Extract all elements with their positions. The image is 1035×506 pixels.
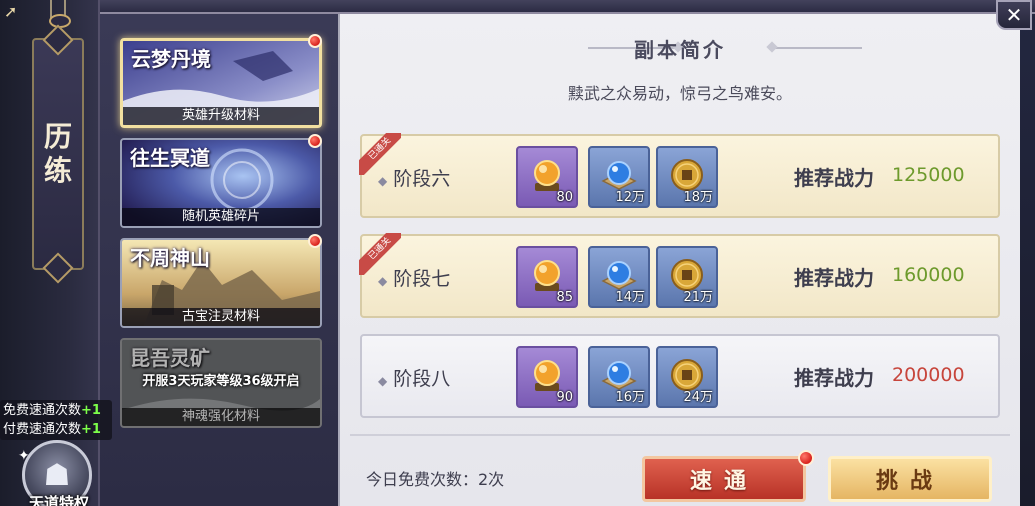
stage-name-text: 阶段六 [393, 168, 451, 190]
reward-count: 18万 [683, 190, 713, 205]
reward-slot[interactable]: 18万 [656, 146, 718, 208]
banner-pin-icon [49, 0, 71, 28]
category-card-yunmeng[interactable]: 云梦丹境 英雄升级材料 [120, 38, 322, 128]
golden-orb-icon [534, 359, 560, 391]
recommended-power-label: 推荐战力 [794, 166, 874, 190]
reward-slot[interactable]: 85 [516, 246, 578, 308]
recommended-power-value: 160000 [892, 264, 965, 286]
paid-speed-line: 付费速通次数+1 [3, 420, 109, 439]
reward-slot[interactable]: 80 [516, 146, 578, 208]
reward-slot[interactable]: 21万 [656, 246, 718, 308]
diamond-bullet-icon: ◆ [378, 174, 388, 188]
category-subtitle: 英雄升级材料 [123, 107, 319, 125]
reward-count: 24万 [683, 390, 713, 405]
close-button[interactable]: ✕ [996, 0, 1032, 30]
category-list: 云梦丹境 英雄升级材料 往生冥道 随机英雄碎片 不周神山 古宝注灵材料 昆吾灵矿… [100, 14, 338, 506]
paid-speed-label: 付费速通次数 [3, 422, 82, 437]
arrow-decoration-icon: ➚ [4, 2, 18, 21]
stage-name: ◆ 阶段八 [378, 364, 450, 391]
free-speed-value: +1 [81, 403, 101, 418]
recommended-power-label: 推荐战力 [794, 266, 874, 290]
reward-count: 14万 [615, 290, 645, 305]
notification-dot-icon [798, 450, 814, 466]
category-subtitle: 古宝注灵材料 [122, 308, 320, 326]
challenge-button[interactable]: 挑战 [828, 456, 992, 502]
close-icon: ✕ [1005, 3, 1023, 27]
stage-name-text: 阶段七 [393, 268, 451, 290]
detail-description: 黩武之众易动，惊弓之鸟难安。 [567, 84, 792, 103]
paid-speed-value: +1 [81, 422, 101, 437]
free-count-text: 今日免费次数：2次 [366, 470, 505, 489]
notification-dot-icon [308, 234, 322, 248]
stage-row[interactable]: 已通关 ◆ 阶段六 80 12万 18万 推荐战力 125000 [359, 133, 1000, 218]
reward-count: 85 [556, 290, 573, 305]
reward-slot[interactable]: 24万 [656, 346, 718, 408]
reward-slot[interactable]: 12万 [588, 146, 650, 208]
section-title-char-2: 练 [43, 154, 72, 187]
stage-row[interactable]: ◆ 阶段八 90 16万 24万 推荐战力 200000 [360, 334, 1000, 418]
free-speed-label: 免费速通次数 [3, 403, 82, 418]
reward-slot[interactable]: 16万 [588, 346, 650, 408]
stage-name: ◆ 阶段七 [378, 264, 450, 291]
stage-name-text: 阶段八 [393, 368, 451, 390]
section-title-char-1: 历 [43, 120, 72, 153]
reward-count: 90 [556, 390, 573, 405]
reward-slot[interactable]: 90 [516, 346, 578, 408]
sweep-button-label: 速通 [689, 468, 758, 494]
category-subtitle: 神魂强化材料 [122, 408, 320, 426]
dungeon-detail-panel: 副本简介 黩武之众易动，惊弓之鸟难安。 已通关 ◆ 阶段六 80 12万 18万 推荐战力 1… [338, 14, 1020, 506]
reward-slot[interactable]: 14万 [588, 246, 650, 308]
section-title-tab: 历 练 [32, 38, 84, 270]
sweep-button[interactable]: 速通 [642, 456, 806, 502]
detail-header: 副本简介 [340, 34, 1020, 63]
reward-count: 21万 [683, 290, 713, 305]
diamond-bullet-icon: ◆ [378, 374, 388, 388]
notification-dot-icon [308, 34, 322, 48]
speed-info-panel: 免费速通次数+1 付费速通次数+1 [0, 400, 112, 440]
golden-orb-icon [534, 259, 560, 291]
top-frame-bar [100, 0, 1035, 14]
stage-row[interactable]: 已通关 ◆ 阶段七 85 14万 21万 推荐战力 160000 [359, 233, 1000, 318]
recommended-power-label: 推荐战力 [794, 366, 874, 390]
reward-count: 80 [556, 190, 573, 205]
notification-dot-icon [308, 134, 322, 148]
category-subtitle: 随机英雄碎片 [122, 208, 320, 226]
diamond-bullet-icon: ◆ [378, 274, 388, 288]
category-card-buzhou[interactable]: 不周神山 古宝注灵材料 [120, 238, 322, 328]
unlock-condition: 开服3天玩家等级36级开启 [142, 374, 300, 389]
recommended-power-value: 125000 [892, 164, 965, 186]
recommended-power-value: 200000 [892, 364, 965, 386]
reward-count: 16万 [615, 390, 645, 405]
category-card-wangsheng[interactable]: 往生冥道 随机英雄碎片 [120, 138, 322, 228]
category-name: 不周神山 [130, 246, 210, 270]
category-name: 云梦丹境 [131, 47, 211, 71]
challenge-button-label: 挑战 [875, 468, 944, 494]
reward-count: 12万 [615, 190, 645, 205]
category-name: 往生冥道 [130, 146, 210, 170]
golden-orb-icon [534, 159, 560, 191]
privilege-label: 天道特权 [28, 494, 89, 506]
category-name: 昆吾灵矿 [130, 346, 210, 370]
free-speed-line: 免费速通次数+1 [3, 401, 109, 420]
detail-title: 副本简介 [634, 38, 726, 62]
bottom-divider [350, 434, 1010, 436]
stage-name: ◆ 阶段六 [378, 164, 450, 191]
